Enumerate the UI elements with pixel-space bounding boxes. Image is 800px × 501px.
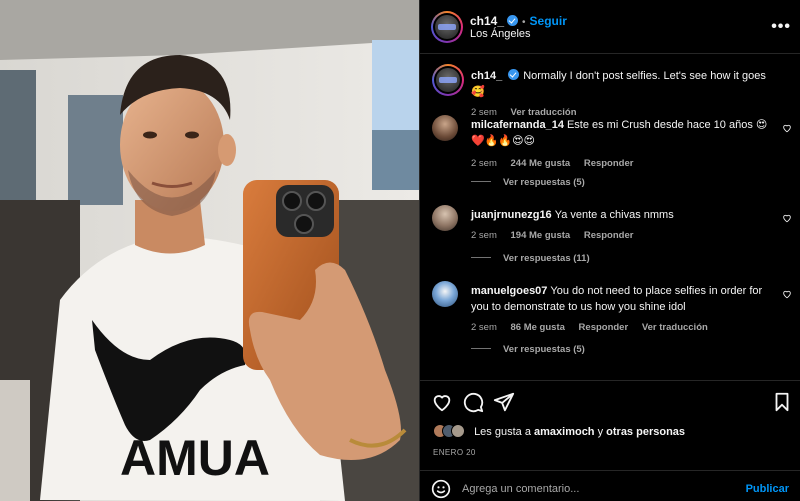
comment-heart-icon[interactable]: [782, 289, 792, 299]
separator-dot: •: [522, 17, 526, 28]
likes-user[interactable]: amaximoch: [534, 426, 595, 438]
bookmark-icon[interactable]: [771, 391, 793, 413]
likes-connector: y: [594, 426, 607, 438]
follow-button[interactable]: Seguir: [530, 14, 567, 28]
caption-avatar[interactable]: [432, 64, 464, 96]
author-avatar[interactable]: [431, 11, 463, 43]
comment-likes[interactable]: 244 Me gusta: [511, 158, 571, 169]
comment-likes[interactable]: 194 Me gusta: [511, 230, 571, 241]
liker-avatar: [451, 424, 465, 438]
comment-username[interactable]: manuelgoes07: [471, 285, 547, 297]
caption-username[interactable]: ch14_: [471, 70, 502, 82]
verified-icon: [508, 69, 520, 80]
emoji-icon[interactable]: [431, 479, 451, 499]
comment-time[interactable]: 2 sem: [471, 158, 497, 169]
reply-button[interactable]: Responder: [584, 230, 634, 241]
comments-list[interactable]: ch14_ Normally I don't post selfies. Let'…: [420, 55, 800, 380]
comment-likes[interactable]: 86 Me gusta: [511, 322, 565, 333]
add-comment-bar: Agrega un comentario... Publicar: [420, 470, 800, 501]
commenter-avatar[interactable]: [432, 281, 458, 307]
commenter-avatar[interactable]: [432, 115, 458, 141]
post-photo[interactable]: AMUA: [0, 0, 419, 501]
comment-text: Ya vente a chivas nmms: [554, 209, 674, 221]
svg-text:AMUA: AMUA: [120, 430, 270, 486]
view-replies-button[interactable]: Ver respuestas (5): [471, 344, 585, 355]
comment-username[interactable]: juanjrnunezg16: [471, 209, 552, 221]
comment-time[interactable]: 2 sem: [471, 230, 497, 241]
commenter-avatar[interactable]: [432, 205, 458, 231]
more-icon[interactable]: •••: [771, 18, 791, 36]
view-replies-button[interactable]: Ver respuestas (11): [471, 253, 590, 264]
likes-summary[interactable]: Les gusta a amaximoch y otras personas: [433, 424, 685, 438]
selfie-image: AMUA: [0, 0, 419, 501]
post-date: ENERO 20: [433, 448, 476, 457]
reply-button[interactable]: Responder: [579, 322, 629, 333]
likes-others[interactable]: otras personas: [606, 426, 685, 438]
likes-prefix: Les gusta a: [474, 426, 534, 438]
comment-username[interactable]: milcafernanda_14: [471, 119, 564, 131]
share-icon[interactable]: [493, 391, 515, 413]
comment-icon[interactable]: [462, 391, 484, 413]
comment-input[interactable]: Agrega un comentario...: [462, 483, 579, 495]
post-comment-button[interactable]: Publicar: [746, 483, 789, 495]
author-username[interactable]: ch14_: [470, 14, 504, 28]
comment-time[interactable]: 2 sem: [471, 322, 497, 333]
post-header: ch14_ • Seguir Los Ángeles •••: [420, 0, 800, 54]
verified-icon: [507, 15, 519, 26]
reply-button[interactable]: Responder: [584, 158, 634, 169]
like-heart-icon[interactable]: [431, 391, 453, 413]
view-replies-button[interactable]: Ver respuestas (5): [471, 177, 585, 188]
post-location[interactable]: Los Ángeles: [470, 28, 531, 40]
comment-heart-icon[interactable]: [782, 213, 792, 223]
comment-translate-link[interactable]: Ver traducción: [642, 322, 708, 333]
post-detail-panel: ch14_ • Seguir Los Ángeles ••• ch14_ Normal…: [419, 0, 800, 501]
comment-heart-icon[interactable]: [782, 123, 792, 133]
